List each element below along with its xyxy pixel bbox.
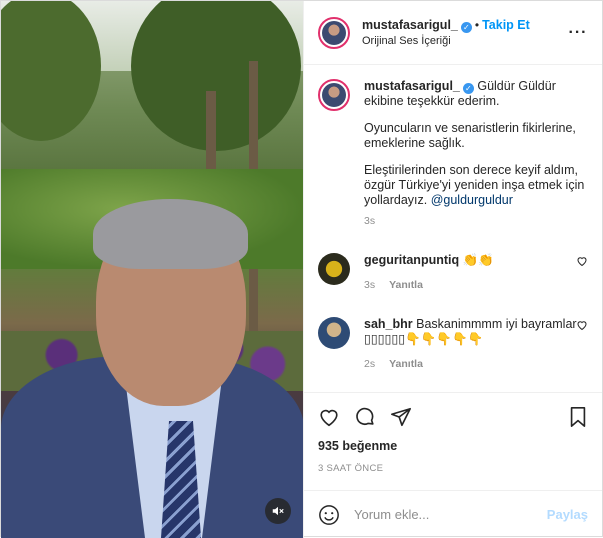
emoji-icon[interactable]	[318, 504, 340, 526]
more-options-icon[interactable]: ···	[566, 24, 590, 42]
comment-time[interactable]: 3s	[364, 279, 375, 291]
mute-button[interactable]	[265, 498, 291, 524]
video-trunk	[206, 91, 216, 171]
comment-username[interactable]: sah_bhr	[364, 317, 413, 331]
list-item: geguritanpuntiq 👏👏 3s Yanıtla	[318, 253, 588, 293]
header-user-info: mustafasarigul_ ✓ • Takip Et Orijinal Ses İ…	[362, 17, 566, 49]
comment-text: 👏👏	[462, 253, 494, 267]
comment-time[interactable]: 2s	[364, 358, 375, 370]
comment-bubble-icon[interactable]	[354, 406, 376, 428]
caption-line-2: Oyuncuların ve senaristlerin fikirlerine…	[364, 121, 576, 150]
comment-composer: Yorum ekle... Paylaş	[304, 490, 602, 538]
video-person-hair	[93, 199, 248, 269]
avatar[interactable]	[318, 16, 350, 49]
post-actions: 935 beğenme 3 SAAT ÖNCE	[304, 392, 602, 490]
share-paper-plane-icon[interactable]	[390, 406, 412, 428]
comments-section: mustafasarigul_ ✓ Güldür Güldür ekibine t…	[304, 65, 602, 392]
avatar-image	[322, 83, 346, 107]
verified-icon: ✓	[460, 21, 472, 33]
avatar[interactable]	[318, 253, 350, 285]
avatar[interactable]	[318, 79, 350, 111]
comment-username[interactable]: geguritanpuntiq	[364, 253, 459, 267]
post-side-panel: mustafasarigul_ ✓ • Takip Et Orijinal Ses İ…	[303, 1, 602, 538]
action-bar	[318, 401, 588, 433]
comment-meta: 2s Yanıtla	[364, 357, 588, 372]
follow-button[interactable]: Takip Et	[482, 18, 530, 32]
header-username[interactable]: mustafasarigul_	[362, 18, 458, 32]
verified-icon: ✓	[462, 83, 474, 94]
post-header: mustafasarigul_ ✓ • Takip Et Orijinal Ses İ…	[304, 1, 602, 65]
like-comment-heart-icon[interactable]	[576, 255, 588, 267]
post-video[interactable]	[1, 1, 303, 538]
separator-dot: •	[474, 17, 480, 32]
caption-username[interactable]: mustafasarigul_	[364, 79, 460, 93]
comment-body: geguritanpuntiq 👏👏 3s Yanıtla	[364, 253, 588, 293]
post-caption: mustafasarigul_ ✓ Güldür Güldür ekibine t…	[318, 79, 588, 229]
reply-button[interactable]: Yanıtla	[389, 279, 423, 291]
list-item: sah_bhr Baskanimmmm iyi bayramlar ▯▯▯▯▯▯…	[318, 317, 588, 372]
video-tree	[131, 1, 301, 151]
post-comment-button[interactable]: Paylaş	[547, 507, 588, 522]
mention-link[interactable]: @guldurguldur	[431, 193, 513, 207]
post-timestamp[interactable]: 3 SAAT ÖNCE	[318, 463, 588, 474]
comment-meta: 3s Yanıtla	[364, 278, 588, 293]
caption-body: mustafasarigul_ ✓ Güldür Güldür ekibine t…	[364, 79, 588, 229]
reply-button[interactable]: Yanıtla	[389, 358, 423, 370]
like-heart-icon[interactable]	[318, 406, 340, 428]
comment-body: sah_bhr Baskanimmmm iyi bayramlar ▯▯▯▯▯▯…	[364, 317, 588, 372]
avatar[interactable]	[318, 317, 350, 349]
avatar-image	[322, 20, 346, 45]
likes-count[interactable]: 935 beğenme	[318, 439, 588, 453]
video-tree	[1, 1, 101, 141]
speaker-muted-icon	[271, 504, 285, 518]
bookmark-icon[interactable]	[568, 406, 588, 428]
comment-input[interactable]: Yorum ekle...	[354, 507, 547, 522]
instagram-post: mustafasarigul_ ✓ • Takip Et Orijinal Ses İ…	[0, 0, 603, 538]
audio-label[interactable]: Orijinal Ses İçeriği	[362, 33, 566, 49]
caption-time[interactable]: 3s	[364, 214, 588, 229]
like-comment-heart-icon[interactable]	[576, 319, 588, 331]
